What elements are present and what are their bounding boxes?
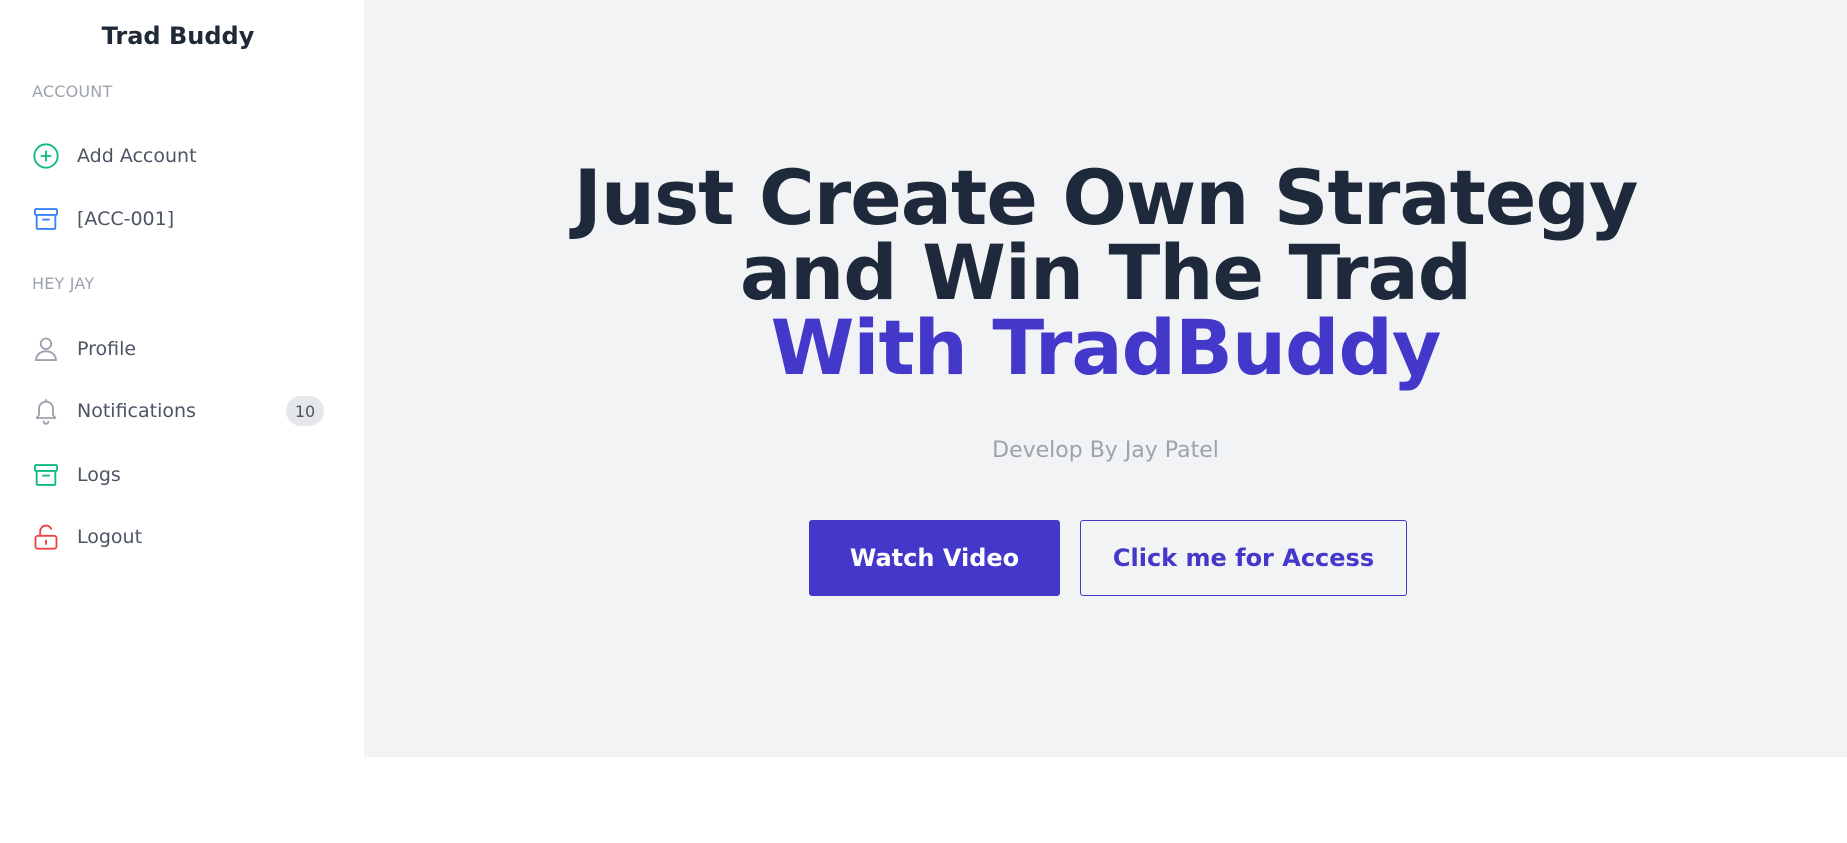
archive-icon [32,205,60,233]
hero-line-1: Just Create Own Strategy [573,153,1639,242]
plus-circle-icon [32,142,60,170]
sidebar-item-label: Add Account [77,145,197,167]
sidebar-item-add-account[interactable]: Add Account [32,136,324,176]
sidebar-item-label: Notifications [77,400,196,422]
sidebar: Trad Buddy ACCOUNT Add Account [ACC-001]… [0,0,364,843]
sidebar-item-label: [ACC-001] [77,208,175,230]
sidebar-item-profile[interactable]: Profile [32,329,324,369]
notification-count-badge: 10 [286,396,324,426]
app-brand[interactable]: Trad Buddy [0,22,356,50]
hero-heading: Just Create Own Strategy and Win The Tra… [364,153,1847,392]
main-content: Just Create Own Strategy and Win The Tra… [364,0,1847,757]
sidebar-item-logs[interactable]: Logs [32,455,324,495]
sidebar-item-account[interactable]: [ACC-001] [32,199,324,239]
sidebar-item-label: Logs [77,464,121,486]
unlock-icon [32,523,60,551]
sidebar-item-label: Logout [77,526,143,548]
hero-line-2: and Win The Trad [739,228,1472,317]
sidebar-item-logout[interactable]: Logout [32,517,324,557]
hero-line-3: With TradBuddy [770,303,1442,392]
section-label-account: ACCOUNT [32,82,113,101]
archive-icon [32,461,60,489]
hero-subtitle: Develop By Jay Patel [992,438,1219,463]
section-label-user: HEY JAY [32,274,95,293]
user-icon [32,335,60,363]
watch-video-button[interactable]: Watch Video [809,520,1060,596]
access-button[interactable]: Click me for Access [1080,520,1407,596]
sidebar-item-label: Profile [77,338,137,360]
bell-icon [32,397,60,425]
sidebar-item-notifications[interactable]: Notifications 10 [32,391,324,431]
